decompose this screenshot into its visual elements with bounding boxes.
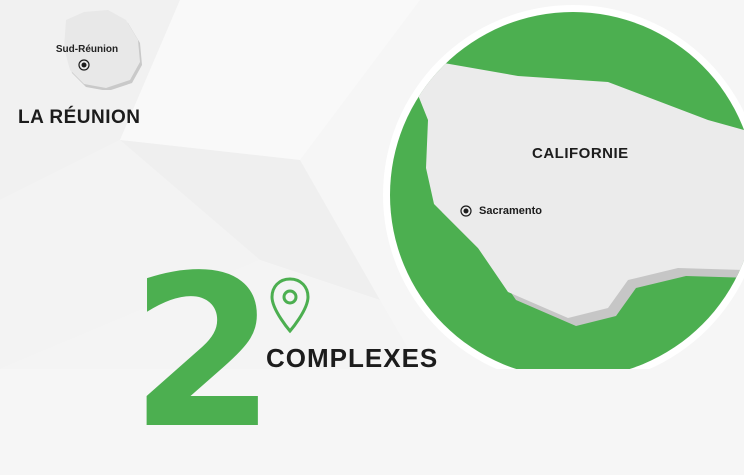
city-label-sacramento: Sacramento xyxy=(479,205,542,217)
california-map xyxy=(383,5,744,369)
location-dot-icon xyxy=(78,59,90,71)
reunion-title: LA RÉUNION xyxy=(18,107,141,128)
region-label-sud-reunion: Sud-Réunion xyxy=(55,44,119,55)
map-pin-icon xyxy=(270,277,310,334)
location-dot-icon xyxy=(460,205,472,217)
complex-count: 2 xyxy=(130,230,277,475)
state-label-california: CALIFORNIE xyxy=(532,145,629,162)
